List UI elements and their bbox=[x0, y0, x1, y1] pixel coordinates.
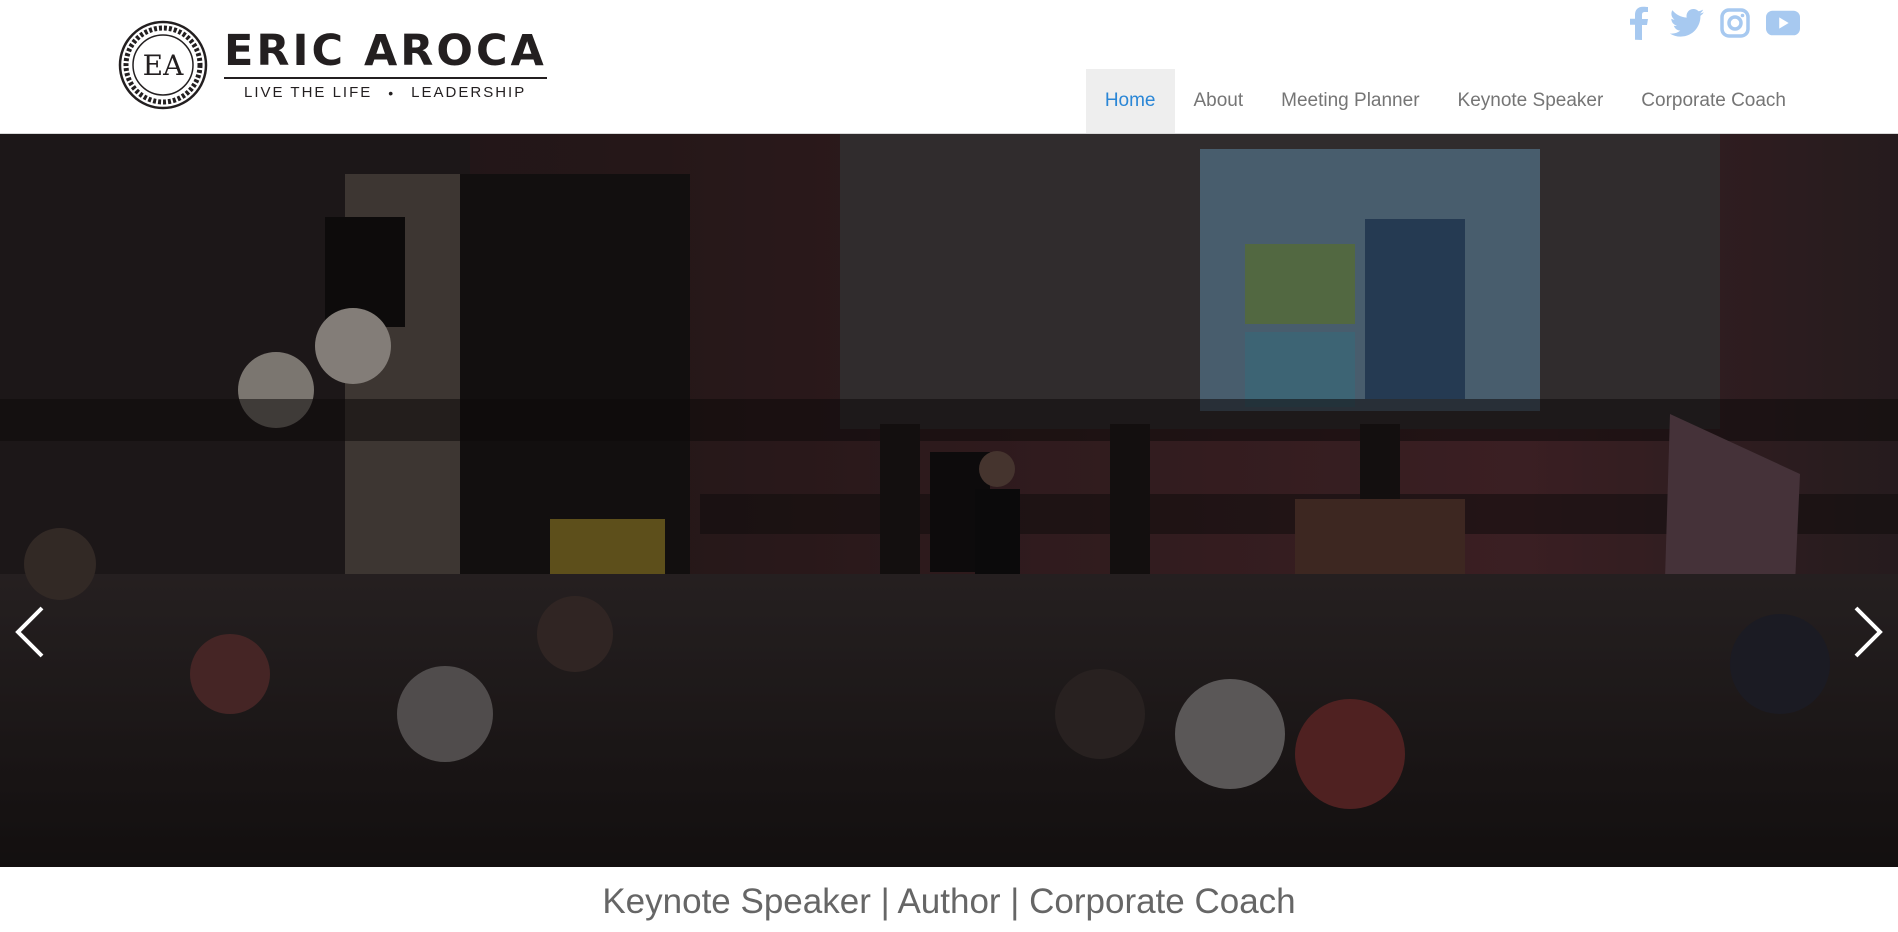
chevron-right-icon[interactable] bbox=[1848, 604, 1888, 660]
nav-item-keynote-speaker[interactable]: Keynote Speaker bbox=[1439, 69, 1623, 133]
nav-item-about[interactable]: About bbox=[1175, 69, 1263, 133]
brand-name: ERIC AROCA bbox=[224, 26, 547, 76]
tag-right: LEADERSHIP bbox=[411, 84, 527, 101]
nav-item-home[interactable]: Home bbox=[1085, 69, 1175, 133]
site-header: EA ERIC AROCA LIVE THE LIFE • LEADERSHIP… bbox=[0, 0, 1898, 134]
nav-item-corporate-coach[interactable]: Corporate Coach bbox=[1622, 69, 1805, 133]
chevron-left-icon[interactable] bbox=[10, 604, 50, 660]
tag-left: LIVE THE LIFE bbox=[244, 84, 373, 101]
youtube-icon[interactable] bbox=[1766, 6, 1800, 40]
main-nav: Home About Meeting Planner Keynote Speak… bbox=[1085, 69, 1805, 133]
facebook-icon[interactable] bbox=[1622, 6, 1656, 40]
hero-slide-image bbox=[0, 134, 1898, 867]
instagram-icon[interactable] bbox=[1718, 6, 1752, 40]
hero-carousel[interactable] bbox=[0, 134, 1898, 867]
twitter-icon[interactable] bbox=[1670, 6, 1704, 40]
logo-seal-icon: EA bbox=[118, 20, 208, 110]
site-logo[interactable]: EA ERIC AROCA LIVE THE LIFE • LEADERSHIP bbox=[118, 20, 547, 110]
brand-tagline: LIVE THE LIFE • LEADERSHIP bbox=[224, 84, 547, 101]
tag-separator: • bbox=[388, 84, 396, 101]
nav-item-meeting-planner[interactable]: Meeting Planner bbox=[1262, 69, 1438, 133]
social-links bbox=[1622, 6, 1800, 40]
logo-divider bbox=[224, 77, 547, 79]
logo-wordmark: ERIC AROCA LIVE THE LIFE • LEADERSHIP bbox=[224, 29, 547, 101]
hero-tagline: Keynote Speaker | Author | Corporate Coa… bbox=[602, 882, 1296, 921]
logo-seal-text: EA bbox=[143, 49, 184, 82]
